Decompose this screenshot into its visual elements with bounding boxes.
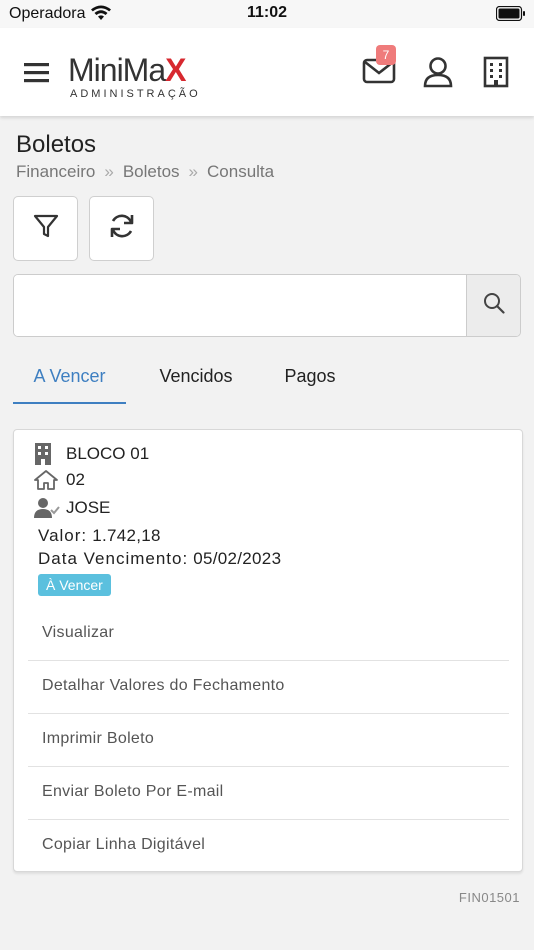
search-box bbox=[13, 274, 521, 337]
unidade-value: 02 bbox=[66, 470, 85, 489]
search-input[interactable] bbox=[14, 275, 467, 336]
minimax-logo: MiniMaX ADMINISTRAÇÃO bbox=[68, 52, 208, 104]
building-icon[interactable] bbox=[483, 56, 509, 93]
valor-value: 1.742,18 bbox=[92, 526, 161, 545]
vencimento-value: 05/02/2023 bbox=[193, 549, 282, 568]
screen-code: FIN01501 bbox=[458, 890, 520, 905]
battery-icon bbox=[495, 5, 526, 26]
search-icon bbox=[483, 292, 505, 319]
vencimento-label: Data Vencimento: bbox=[38, 549, 189, 568]
pessoa-value: JOSE bbox=[66, 498, 111, 517]
action-detalhar-valores[interactable]: Detalhar Valores do Fechamento bbox=[28, 661, 509, 714]
unidade-line: 02 bbox=[34, 470, 85, 490]
breadcrumb-financeiro[interactable]: Financeiro bbox=[16, 162, 95, 182]
breadcrumb-consulta: Consulta bbox=[207, 162, 275, 181]
tab-a-vencer[interactable]: A Vencer bbox=[13, 352, 126, 404]
breadcrumb-boletos[interactable]: Boletos bbox=[123, 162, 180, 182]
filter-button[interactable] bbox=[13, 196, 78, 261]
tab-vencidos[interactable]: Vencidos bbox=[141, 352, 251, 402]
building-icon bbox=[34, 443, 60, 465]
valor-label: Valor: bbox=[38, 526, 88, 545]
action-enviar-email[interactable]: Enviar Boleto Por E-mail bbox=[28, 767, 509, 820]
user-icon[interactable] bbox=[422, 56, 454, 93]
filter-icon bbox=[33, 213, 59, 244]
search-button[interactable] bbox=[466, 275, 520, 336]
boleto-card: BLOCO 01 02 JOSE Valor: 1.742,18 Data Ve… bbox=[13, 429, 523, 872]
status-tabs: A Vencer Vencidos Pagos bbox=[13, 352, 521, 404]
refresh-button[interactable] bbox=[89, 196, 154, 261]
bloco-line: BLOCO 01 bbox=[34, 443, 149, 465]
valor-line: Valor: 1.742,18 bbox=[38, 526, 161, 546]
tab-pagos[interactable]: Pagos bbox=[265, 352, 355, 402]
status-bar: Operadora 11:02 bbox=[0, 0, 534, 28]
bloco-value: BLOCO 01 bbox=[66, 444, 150, 463]
status-badge: À Vencer bbox=[38, 574, 111, 596]
action-imprimir-boleto[interactable]: Imprimir Boleto bbox=[28, 714, 509, 767]
status-time: 11:02 bbox=[246, 4, 288, 21]
chevron-double-right-icon: » bbox=[188, 162, 199, 181]
home-icon bbox=[34, 470, 60, 490]
vencimento-line: Data Vencimento: 05/02/2023 bbox=[38, 549, 281, 569]
action-visualizar[interactable]: Visualizar bbox=[28, 608, 509, 661]
chevron-double-right-icon: » bbox=[104, 162, 114, 181]
mail-badge: 7 bbox=[376, 45, 396, 65]
app-header: MiniMaX ADMINISTRAÇÃO 7 bbox=[0, 28, 534, 116]
boleto-actions: Visualizar Detalhar Valores do Fechament… bbox=[28, 608, 509, 873]
action-copiar-linha[interactable]: Copiar Linha Digitável bbox=[28, 820, 509, 873]
breadcrumb: Financeiro » Boletos » Consulta bbox=[16, 162, 274, 182]
pessoa-line: JOSE bbox=[34, 497, 110, 519]
page-title: Boletos bbox=[16, 131, 97, 158]
logo-subtitle: ADMINISTRAÇÃO bbox=[70, 88, 201, 100]
menu-icon[interactable] bbox=[24, 62, 50, 89]
user-check-icon bbox=[34, 497, 60, 519]
logo-wordmark: MiniMaX bbox=[68, 52, 186, 88]
refresh-icon bbox=[108, 212, 136, 245]
